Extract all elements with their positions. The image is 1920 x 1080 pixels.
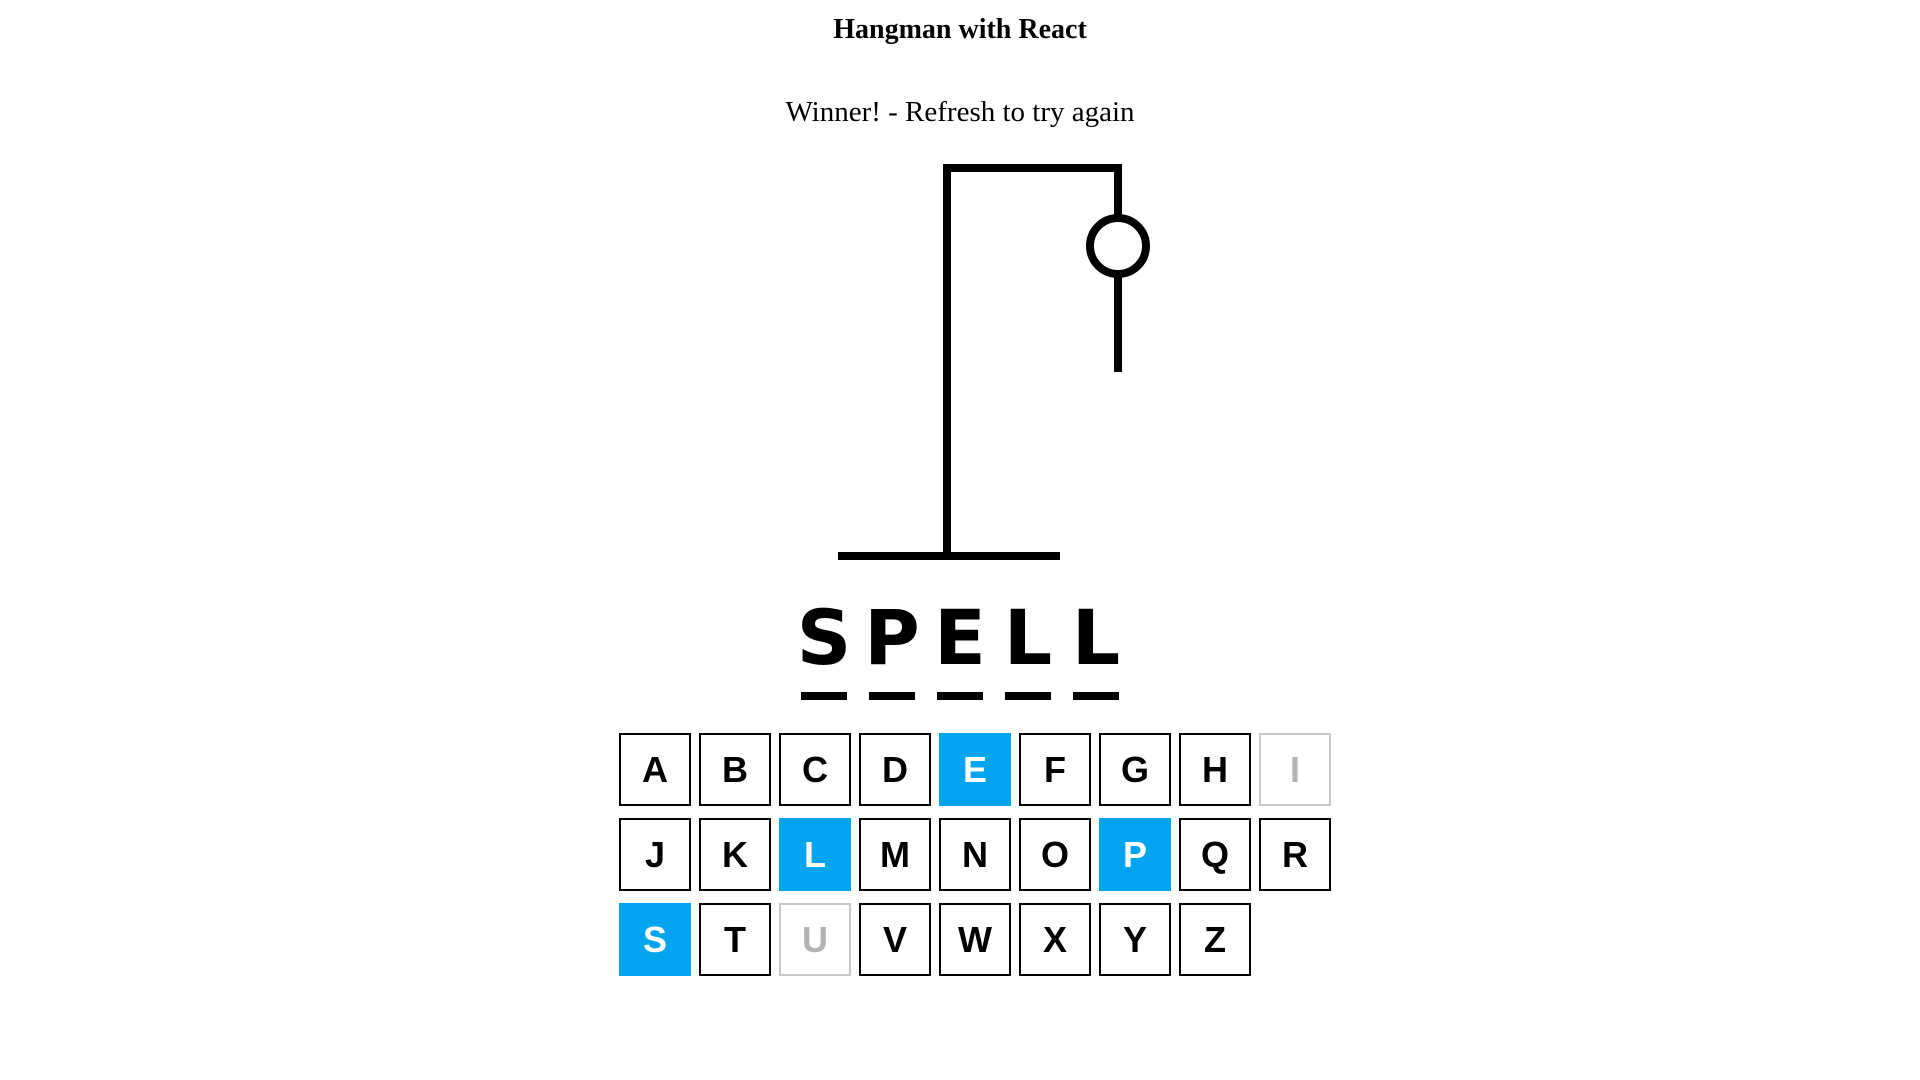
hangman-head xyxy=(1086,214,1150,278)
word-letter-slot: L xyxy=(1071,593,1121,700)
word-letter-underline xyxy=(1073,692,1119,700)
letter-key-x[interactable]: X xyxy=(1019,903,1091,976)
letter-key-g[interactable]: G xyxy=(1099,733,1171,806)
word-letter-underline xyxy=(801,692,847,700)
letter-key-s: S xyxy=(619,903,691,976)
letter-key-d[interactable]: D xyxy=(859,733,931,806)
word-letter-underline xyxy=(937,692,983,700)
letter-key-n[interactable]: N xyxy=(939,818,1011,891)
word-letter: L xyxy=(1071,593,1121,682)
letter-key-t[interactable]: T xyxy=(699,903,771,976)
letter-key-m[interactable]: M xyxy=(859,818,931,891)
guessed-word: SPELL xyxy=(0,600,1920,700)
letter-key-v[interactable]: V xyxy=(859,903,931,976)
word-letter: S xyxy=(796,593,852,682)
word-letter-slot: P xyxy=(864,600,920,700)
page-title: Hangman with React xyxy=(833,14,1087,45)
letter-key-j[interactable]: J xyxy=(619,818,691,891)
word-letter-underline xyxy=(869,692,915,700)
letter-key-r[interactable]: R xyxy=(1259,818,1331,891)
letter-key-a[interactable]: A xyxy=(619,733,691,806)
letter-key-p: P xyxy=(1099,818,1171,891)
word-letter-slot: S xyxy=(797,600,851,700)
letter-key-b[interactable]: B xyxy=(699,733,771,806)
letter-key-y[interactable]: Y xyxy=(1099,903,1171,976)
letter-key-i: I xyxy=(1259,733,1331,806)
letter-key-f[interactable]: F xyxy=(1019,733,1091,806)
letter-key-k[interactable]: K xyxy=(699,818,771,891)
letter-key-q[interactable]: Q xyxy=(1179,818,1251,891)
letter-key-o[interactable]: O xyxy=(1019,818,1091,891)
word-letter: E xyxy=(934,593,986,682)
letter-key-l: L xyxy=(779,818,851,891)
game-status-message: Winner! - Refresh to try again xyxy=(785,96,1135,128)
letter-key-c[interactable]: C xyxy=(779,733,851,806)
letter-key-w[interactable]: W xyxy=(939,903,1011,976)
letter-key-h[interactable]: H xyxy=(1179,733,1251,806)
letter-key-e: E xyxy=(939,733,1011,806)
word-letter-underline xyxy=(1005,692,1051,700)
word-letter: P xyxy=(864,593,920,682)
word-letter-slot: E xyxy=(934,593,986,700)
letter-key-z[interactable]: Z xyxy=(1179,903,1251,976)
letter-key-u: U xyxy=(779,903,851,976)
letter-keyboard: ABCDEFGHI JKLMNOPQR STUVWXYZ xyxy=(619,733,1339,976)
word-letter-slot: L xyxy=(1003,593,1053,700)
word-letter: L xyxy=(1003,593,1053,682)
